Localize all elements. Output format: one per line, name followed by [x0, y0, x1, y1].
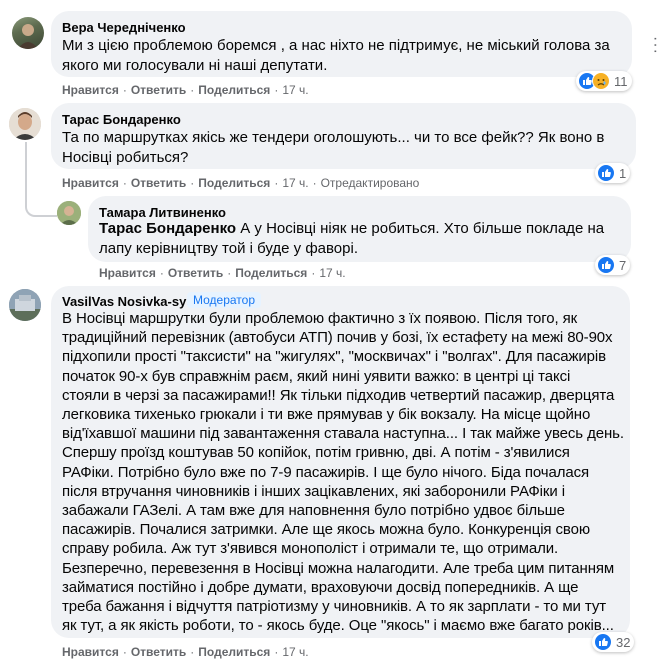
comment-text: А у Носівці ніяк не робиться. Хто більше…: [236, 220, 605, 237]
comment-text-line: Тарас Бондаренко А у Носівці ніяк не роб…: [99, 219, 604, 239]
like-icon: [594, 633, 612, 651]
like-icon: [597, 164, 615, 182]
comment-actions: Нравится · Ответить · Поделиться · 17 ч.: [99, 266, 346, 280]
comment-text-line: В Носівці маршрутки були проблемою факти…: [62, 310, 578, 327]
timestamp[interactable]: 17 ч.: [319, 266, 345, 280]
comment-author[interactable]: Тамара Литвиненко: [99, 205, 226, 220]
comment-text-line: традиційний перевізник (автобуси АТП) по…: [62, 329, 613, 347]
reaction-count: 32: [616, 634, 631, 650]
comment-actions: Нравится · Ответить · Поделиться · 17 ч.: [62, 645, 309, 659]
comment-text-line: підхопили прості "таксисти" на "жигулях"…: [62, 348, 607, 366]
sad-icon: [592, 72, 610, 90]
comment-text-line: РАФіки. Потрібно було вже по 7-9 пасажир…: [62, 463, 590, 481]
edited-label[interactable]: Отредактировано: [321, 176, 420, 190]
share-button[interactable]: Поделиться: [198, 83, 270, 97]
more-options-icon[interactable]: ···: [646, 36, 664, 55]
timestamp[interactable]: 17 ч.: [282, 83, 308, 97]
reply-button[interactable]: Ответить: [131, 176, 186, 190]
comment-text-line: Ми з цією проблемою боремся , а нас ніхт…: [62, 37, 610, 54]
comment-text-line: Спершу проїзд коштував 50 копійок, потім…: [62, 444, 570, 462]
avatar[interactable]: [57, 201, 81, 225]
timestamp[interactable]: 17 ч.: [282, 645, 308, 659]
comment-text-line: Носівці робиться?: [62, 149, 189, 166]
avatar-photo: [57, 201, 81, 225]
reply-thread-line: [25, 142, 27, 206]
reply-thread-connector: [25, 205, 57, 217]
like-button[interactable]: Нравится: [62, 645, 119, 659]
comment-text-line: якого ми голосували ні наші депутати.: [62, 57, 328, 74]
comment-actions: Нравится · Ответить · Поделиться · 17 ч.: [62, 83, 309, 97]
comment-author[interactable]: VasilVas Nosivka-syut: [62, 294, 199, 309]
comment-text-line: легковика тихенько грюкали і ти вже прям…: [62, 406, 591, 423]
comment-actions: Нравится · Ответить · Поделиться · 17 ч. · Отред…: [62, 176, 420, 190]
comment-text-line: лапу керівництву той і буде у фаворі.: [99, 240, 358, 257]
comment-text-line: справу робила. Аж тут з'явився монополіс…: [62, 540, 559, 558]
comment-text-line: займатися постійно і добре думати, врахо…: [62, 578, 579, 596]
reply-button[interactable]: Ответить: [168, 266, 223, 280]
comment-text-line: початок 90-х був справжнім раєм, який ни…: [62, 367, 571, 385]
comment-text-line: як тут, а як якість роботи, то - якось б…: [62, 617, 614, 635]
reaction-count: 7: [619, 257, 627, 273]
comment-text-line: треба бажання і відчуття патріотизму у ч…: [62, 598, 606, 615]
avatar-photo: [18, 24, 38, 49]
reply-button[interactable]: Ответить: [131, 645, 186, 659]
reactions-summary[interactable]: 7: [595, 255, 631, 275]
comment-text-line: стояли в черзі за пасажирами!! Як тільки…: [62, 386, 615, 404]
like-button[interactable]: Нравится: [62, 176, 119, 190]
comment-text-line: Безперечно, перевезення в Носівці можна …: [62, 559, 615, 577]
like-button[interactable]: Нравится: [62, 83, 119, 97]
avatar[interactable]: [9, 108, 41, 140]
reply-button[interactable]: Ответить: [131, 83, 186, 97]
comment-author[interactable]: Тарас Бондаренко: [62, 112, 181, 127]
like-button[interactable]: Нравится: [99, 266, 156, 280]
share-button[interactable]: Поделиться: [198, 176, 270, 190]
comment-text-line: Та по маршрутках якісь же тендери оголош…: [62, 129, 605, 146]
comment-text-line: забажали ГАЗелі. А там вже для наповненн…: [62, 502, 565, 519]
comment-text-line: пасажирів. Почалися затримки. Але ще яко…: [62, 521, 591, 539]
avatar[interactable]: [9, 289, 41, 321]
timestamp[interactable]: 17 ч.: [282, 176, 308, 190]
comment-text-line: від'їхавшої машини під завантаження став…: [62, 425, 624, 443]
share-button[interactable]: Поделиться: [235, 266, 307, 280]
reaction-count: 1: [619, 165, 627, 181]
avatar-photo: [9, 289, 41, 321]
reactions-summary[interactable]: 32: [592, 632, 635, 652]
reactions-summary[interactable]: 1: [595, 163, 631, 183]
moderator-badge: Модератор: [187, 292, 262, 308]
reaction-count: 11: [614, 73, 628, 89]
reactions-summary[interactable]: 11: [576, 71, 632, 91]
like-icon: [597, 256, 615, 274]
previous-comment-actions-cutoff: ·: [0, 0, 665, 4]
comment-text-line: після втручання чиновників і інших зацік…: [62, 482, 565, 500]
avatar-photo: [9, 108, 41, 140]
mention-link[interactable]: Тарас Бондаренко: [99, 220, 236, 237]
avatar[interactable]: [12, 17, 44, 49]
comment-author[interactable]: Вера Чередніченко: [62, 20, 186, 35]
share-button[interactable]: Поделиться: [198, 645, 270, 659]
